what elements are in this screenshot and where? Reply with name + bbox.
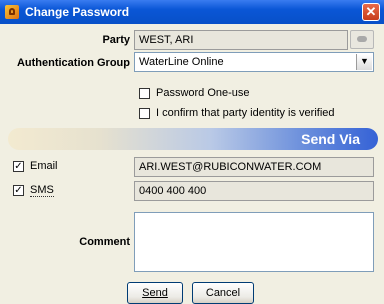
confirm-identity-label: I confirm that party identity is verifie… bbox=[156, 107, 335, 119]
authentication-group-label: Authentication Group bbox=[16, 57, 130, 69]
email-check-box[interactable]: ✓ bbox=[13, 161, 24, 172]
send-via-title: Send Via bbox=[301, 131, 360, 147]
chevron-down-icon[interactable]: ▼ bbox=[356, 54, 372, 70]
send-button-label: Send bbox=[142, 287, 168, 299]
party-lookup-button[interactable] bbox=[350, 30, 374, 49]
password-one-use-box[interactable] bbox=[139, 88, 150, 99]
window-title: Change Password bbox=[25, 5, 130, 19]
close-button[interactable]: ✕ bbox=[362, 3, 380, 21]
send-via-header: Send Via bbox=[8, 128, 378, 150]
title-bar[interactable]: Change Password ✕ bbox=[0, 0, 384, 24]
party-field: WEST, ARI bbox=[134, 30, 348, 50]
party-label: Party bbox=[102, 34, 130, 46]
lookup-icon bbox=[357, 36, 367, 42]
confirm-identity-box[interactable] bbox=[139, 108, 150, 119]
cancel-button[interactable]: Cancel bbox=[192, 282, 254, 304]
sms-field[interactable]: 0400 400 400 bbox=[134, 181, 374, 201]
password-one-use-label: Password One-use bbox=[156, 87, 250, 99]
cancel-button-label: Cancel bbox=[205, 287, 241, 299]
authentication-group-select[interactable]: WaterLine Online ▼ bbox=[134, 52, 374, 72]
send-button[interactable]: Send bbox=[127, 282, 183, 304]
sms-label: SMS bbox=[30, 184, 54, 197]
comment-textarea[interactable] bbox=[134, 212, 374, 272]
email-field[interactable]: ARI.WEST@RUBICONWATER.COM bbox=[134, 157, 374, 177]
change-password-dialog: Change Password ✕ Party WEST, ARI Authen… bbox=[0, 0, 384, 304]
sms-check-box[interactable]: ✓ bbox=[13, 185, 24, 196]
key-lock-icon bbox=[5, 5, 19, 19]
close-icon: ✕ bbox=[365, 4, 377, 19]
authentication-group-value: WaterLine Online bbox=[139, 56, 224, 68]
email-label: Email bbox=[30, 160, 58, 172]
comment-label: Comment bbox=[79, 236, 130, 248]
